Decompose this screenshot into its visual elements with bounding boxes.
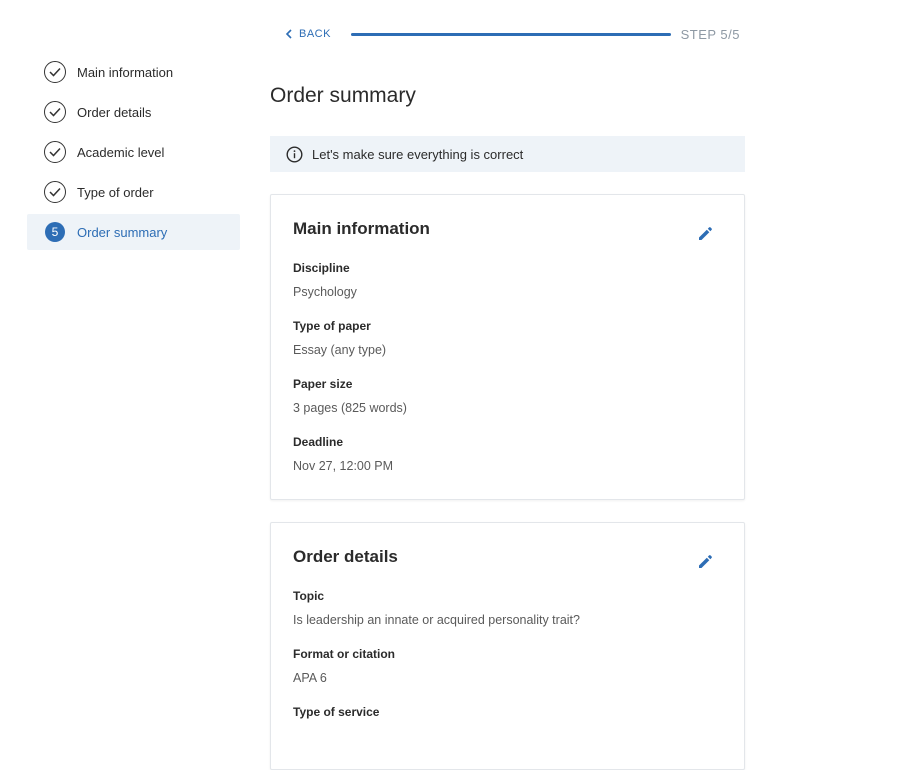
field-label: Paper size [293, 377, 353, 391]
back-label: BACK [299, 28, 331, 40]
page-title: Order summary [270, 84, 416, 107]
check-circle-icon [44, 101, 66, 123]
sidebar-item-label: Order summary [77, 224, 168, 240]
field-topic: Topic Is leadership an innate or acquire… [293, 589, 722, 631]
main-information-card: Main information Discipline Psychology T… [270, 194, 745, 500]
sidebar-item-type-of-order[interactable]: Type of order [27, 174, 240, 210]
field-value [293, 729, 722, 747]
check-circle-icon [44, 181, 66, 203]
back-button[interactable]: BACK [285, 28, 331, 40]
field-label: Deadline [293, 435, 344, 449]
field-discipline: Discipline Psychology [293, 261, 722, 303]
field-label: Type of service [293, 705, 380, 719]
edit-pencil-icon[interactable] [697, 225, 714, 242]
step-indicator: STEP 5/5 [680, 26, 740, 42]
card-title: Order details [293, 547, 398, 566]
field-value: Essay (any type) [293, 343, 387, 357]
progress-bar [350, 32, 671, 36]
sidebar-item-label: Academic level [77, 144, 165, 160]
step-number-badge: 5 [45, 222, 65, 242]
field-value: 3 pages (825 words) [293, 401, 407, 415]
field-value: APA 6 [293, 671, 327, 685]
sidebar-item-label: Order details [77, 104, 152, 120]
order-details-card: Order details Topic Is leadership an inn… [270, 522, 745, 770]
field-type-of-service: Type of service [293, 705, 722, 747]
field-format-or-citation: Format or citation APA 6 [293, 647, 722, 689]
chevron-left-icon [285, 29, 293, 39]
banner-text: Let's make sure everything is correct [312, 146, 524, 162]
info-banner: Let's make sure everything is correct [270, 136, 745, 172]
main-content: Order summary Let's make sure everything… [270, 80, 745, 770]
sidebar-item-order-details[interactable]: Order details [27, 94, 240, 130]
field-paper-size: Paper size 3 pages (825 words) [293, 377, 722, 419]
field-label: Type of paper [293, 319, 371, 333]
sidebar-item-label: Main information [77, 64, 174, 80]
check-circle-icon [44, 61, 66, 83]
sidebar-item-label: Type of order [77, 184, 154, 200]
steps-sidebar: Main information Order details Academic … [27, 54, 240, 254]
sidebar-item-main-information[interactable]: Main information [27, 54, 240, 90]
info-icon [286, 145, 303, 163]
check-circle-icon [44, 141, 66, 163]
progress-header: BACK STEP 5/5 [285, 22, 740, 46]
field-label: Format or citation [293, 647, 396, 661]
field-type-of-paper: Type of paper Essay (any type) [293, 319, 722, 361]
field-label: Discipline [293, 261, 350, 275]
sidebar-item-academic-level[interactable]: Academic level [27, 134, 240, 170]
progress-fill [350, 32, 671, 36]
field-value: Nov 27, 12:00 PM [293, 459, 394, 473]
field-value: Is leadership an innate or acquired pers… [293, 613, 580, 627]
sidebar-item-order-summary[interactable]: 5 Order summary [27, 214, 240, 250]
edit-pencil-icon[interactable] [697, 553, 714, 570]
field-label: Topic [293, 589, 325, 603]
card-title: Main information [293, 219, 430, 238]
field-value: Psychology [293, 285, 357, 299]
field-deadline: Deadline Nov 27, 12:00 PM [293, 435, 722, 477]
